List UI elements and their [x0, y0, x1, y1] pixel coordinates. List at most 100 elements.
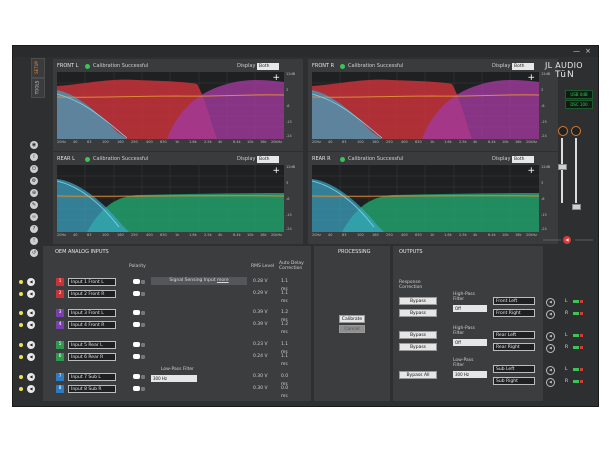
volume-knob-right[interactable] — [571, 126, 581, 136]
alert-icon[interactable]: ! — [30, 237, 38, 245]
mute-toggle-icon[interactable]: ◀ — [27, 278, 35, 286]
display-select[interactable]: Both — [512, 63, 534, 70]
x-tick: 1.6k — [189, 233, 197, 237]
x-tick: 20kHz — [526, 140, 537, 144]
bypass-all-button[interactable]: Bypass All — [399, 371, 437, 379]
input-name-field[interactable]: Input 2 Front R — [68, 290, 116, 298]
output-mute-icon[interactable]: ◀ — [546, 332, 555, 341]
fader-handle-left[interactable] — [558, 164, 567, 170]
x-tick: 20Hz — [312, 140, 321, 144]
eq-graph[interactable]: + — [312, 72, 539, 139]
display-select[interactable]: Both — [512, 156, 534, 163]
polarity-indicator — [141, 375, 145, 379]
fader-handle-right[interactable] — [572, 204, 581, 210]
y-tick: -15 — [541, 213, 547, 217]
polarity-toggle[interactable] — [133, 322, 140, 327]
mute-toggle-icon[interactable]: ◀ — [27, 341, 35, 349]
x-tick: 630 — [415, 140, 422, 144]
calibrate-button[interactable]: Calibrate — [339, 315, 365, 323]
input-name-field[interactable]: Input 4 Front R — [68, 321, 116, 329]
power-icon[interactable]: ⏻ — [30, 165, 38, 173]
input-row-1: ◀ 1 Input 1 Front L 0.28 V 1.1 ms — [13, 278, 288, 292]
tab-setup[interactable]: SETUP — [31, 58, 45, 78]
minimize-button[interactable]: — — [573, 47, 580, 56]
eq-graph[interactable]: + — [312, 165, 539, 232]
mute-toggle-icon[interactable]: ◀ — [27, 290, 35, 298]
polarity-toggle[interactable] — [133, 342, 140, 347]
bypass-button-rear-right[interactable]: Bypass — [399, 343, 437, 351]
wrench-icon[interactable]: ✎ — [30, 201, 38, 209]
cancel-button[interactable]: Cancel — [339, 325, 365, 333]
add-point-icon[interactable]: + — [527, 74, 535, 83]
eq-graph[interactable]: + — [57, 165, 284, 232]
hp-select-rear[interactable]: Off — [453, 339, 487, 346]
output-mute-icon[interactable]: ◀ — [546, 298, 555, 307]
volume-knob-left[interactable] — [558, 126, 568, 136]
x-tick: 63 — [87, 233, 92, 237]
output-name-front-left[interactable]: Front Left — [493, 297, 535, 305]
output-mute-icon[interactable]: ◀ — [546, 366, 555, 375]
info-icon[interactable]: i — [30, 153, 38, 161]
output-name-rear-right[interactable]: Rear Right — [493, 343, 535, 351]
add-point-icon[interactable]: + — [527, 167, 535, 176]
input-name-field[interactable]: Input 5 Rear L — [68, 341, 116, 349]
output-name-sub-right[interactable]: Sub Right — [493, 377, 535, 385]
help-icon[interactable]: ? — [30, 225, 38, 233]
input-name-field[interactable]: Input 3 Front L — [68, 309, 116, 317]
settings-icon[interactable]: ⚙ — [30, 177, 38, 185]
rms-header: RMS Level — [251, 264, 275, 269]
polarity-toggle[interactable] — [133, 386, 140, 391]
add-point-icon[interactable]: + — [272, 167, 280, 176]
output-name-front-right[interactable]: Front Right — [493, 309, 535, 317]
input-name-field[interactable]: Input 8 Sub R — [68, 385, 116, 393]
add-point-icon[interactable]: + — [272, 74, 280, 83]
output-mute-icon[interactable]: ◀ — [546, 310, 555, 319]
polarity-toggle[interactable] — [133, 279, 140, 284]
tab-tools[interactable]: TOOLS — [31, 78, 45, 98]
bypass-button-rear-left[interactable]: Bypass — [399, 331, 437, 339]
display-select[interactable]: Both — [257, 156, 279, 163]
output-name-sub-left[interactable]: Sub Left — [493, 365, 535, 373]
lcd-readout-1: USB 0dB — [565, 90, 593, 99]
polarity-toggle[interactable] — [133, 354, 140, 359]
graph-header: REAR L Calibration Successful Display Bo… — [57, 155, 297, 164]
input-name-field[interactable]: Input 6 Rear R — [68, 353, 116, 361]
mute-toggle-icon[interactable]: ◀ — [27, 309, 35, 317]
hp-label-rear: High-Pass Filter — [453, 326, 475, 336]
output-meter — [573, 368, 583, 371]
lowpass-select[interactable]: 300 Hz — [151, 375, 197, 382]
output-mute-icon[interactable]: ◀ — [546, 378, 555, 387]
output-name-rear-left[interactable]: Rear Left — [493, 331, 535, 339]
master-mute-icon[interactable]: ◀ — [563, 236, 571, 244]
bypass-button-front-left[interactable]: Bypass — [399, 297, 437, 305]
channel-lr: R — [565, 345, 569, 350]
link-icon[interactable]: ∞ — [30, 213, 38, 221]
x-tick: 2.5k — [204, 140, 212, 144]
polarity-toggle[interactable] — [133, 291, 140, 296]
channel-number: 7 — [56, 373, 64, 381]
reset-icon[interactable]: ↺ — [30, 249, 38, 257]
output-mute-icon[interactable]: ◀ — [546, 344, 555, 353]
mute-toggle-icon[interactable]: ◀ — [27, 385, 35, 393]
polarity-toggle[interactable] — [133, 374, 140, 379]
eq-curves — [57, 72, 284, 139]
x-tick: 1k — [175, 233, 180, 237]
lp-select-sub[interactable]: 300 Hz — [453, 371, 487, 378]
hp-select-front[interactable]: Off — [453, 305, 487, 312]
display-select[interactable]: Both — [257, 63, 279, 70]
polarity-toggle[interactable] — [133, 310, 140, 315]
input-row-3: ◀ 3 Input 3 Front L 0.39 V 1.2 ms — [13, 309, 288, 323]
input-name-field[interactable]: Input 1 Front L — [68, 278, 116, 286]
x-tick: 10k — [502, 140, 509, 144]
close-button[interactable]: × — [585, 47, 591, 56]
mute-toggle-icon[interactable]: ◀ — [27, 353, 35, 361]
eq-graph[interactable]: + — [57, 72, 284, 139]
bypass-button-front-right[interactable]: Bypass — [399, 309, 437, 317]
x-tick: 63 — [342, 140, 347, 144]
mute-toggle-icon[interactable]: ◀ — [27, 373, 35, 381]
network-icon[interactable]: ⊕ — [30, 189, 38, 197]
mute-toggle-icon[interactable]: ◀ — [27, 321, 35, 329]
x-tick: 400 — [146, 140, 153, 144]
input-name-field[interactable]: Input 7 Sub L — [68, 373, 116, 381]
dsp-icon[interactable]: ◉ — [30, 141, 38, 149]
